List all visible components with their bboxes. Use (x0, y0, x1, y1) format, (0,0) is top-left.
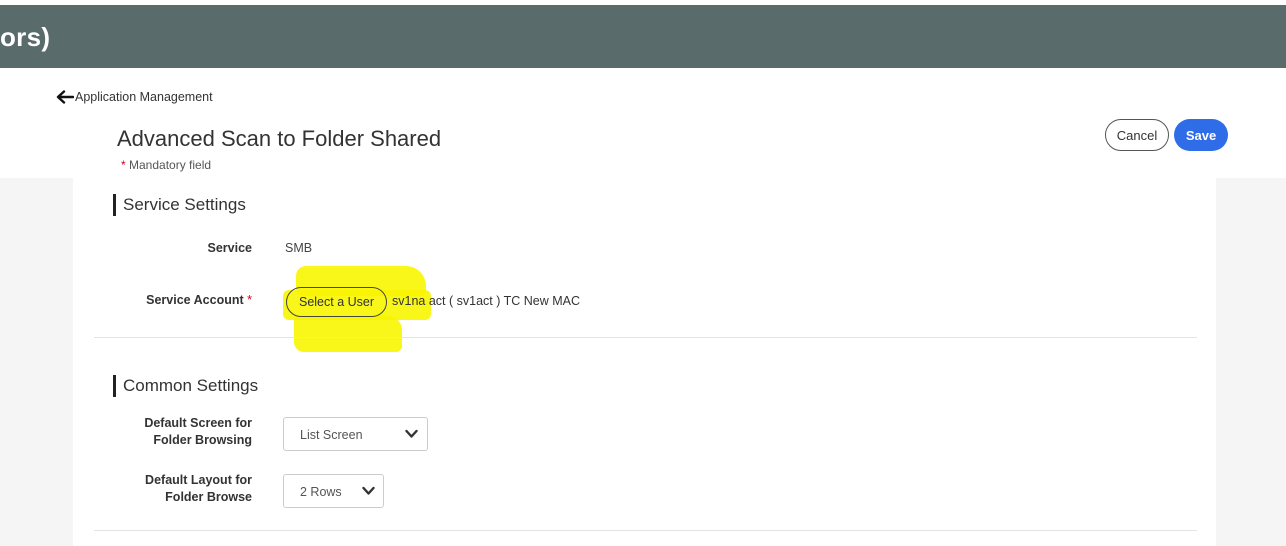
service-account-value: sv1na act ( sv1act ) TC New MAC (392, 294, 581, 308)
chevron-down-icon (405, 429, 418, 438)
section-divider (94, 530, 1197, 531)
service-account-label: Service Account * (110, 292, 252, 309)
top-header-bar: ors) (0, 5, 1286, 68)
common-settings-heading: Common Settings (113, 375, 258, 397)
cancel-button[interactable]: Cancel (1105, 119, 1169, 151)
service-settings-heading: Service Settings (113, 194, 246, 216)
select-a-user-button[interactable]: Select a User (286, 287, 387, 317)
page-background-right (1216, 178, 1286, 546)
back-link-label: Application Management (75, 90, 213, 104)
default-screen-dropdown[interactable]: List Screen (283, 417, 428, 451)
default-screen-label: Default Screen for Folder Browsing (110, 415, 252, 449)
default-layout-dropdown[interactable]: 2 Rows (283, 474, 384, 508)
mandatory-field-note: * Mandatory field (121, 158, 211, 172)
back-to-application-management-link[interactable]: Application Management (56, 90, 213, 104)
header-title: ors) (0, 22, 51, 52)
mandatory-text: Mandatory field (125, 158, 212, 172)
arrow-left-icon (56, 90, 74, 104)
default-layout-label-line1: Default Layout for (145, 473, 252, 487)
section-divider (94, 337, 1197, 338)
page-title: Advanced Scan to Folder Shared (117, 126, 442, 151)
save-button[interactable]: Save (1174, 119, 1228, 151)
default-layout-selected: 2 Rows (300, 485, 342, 499)
chevron-down-icon (362, 486, 375, 495)
default-layout-label-line2: Folder Browse (165, 490, 252, 504)
service-account-label-text: Service Account (146, 293, 244, 307)
default-screen-label-line1: Default Screen for (144, 416, 252, 430)
default-screen-selected: List Screen (300, 428, 363, 442)
service-account-star: * (247, 293, 252, 307)
page-background-left (0, 178, 73, 546)
default-layout-label: Default Layout for Folder Browse (110, 472, 252, 506)
default-screen-label-line2: Folder Browsing (153, 433, 252, 447)
service-label: Service (207, 241, 252, 255)
service-value: SMB (285, 241, 313, 255)
